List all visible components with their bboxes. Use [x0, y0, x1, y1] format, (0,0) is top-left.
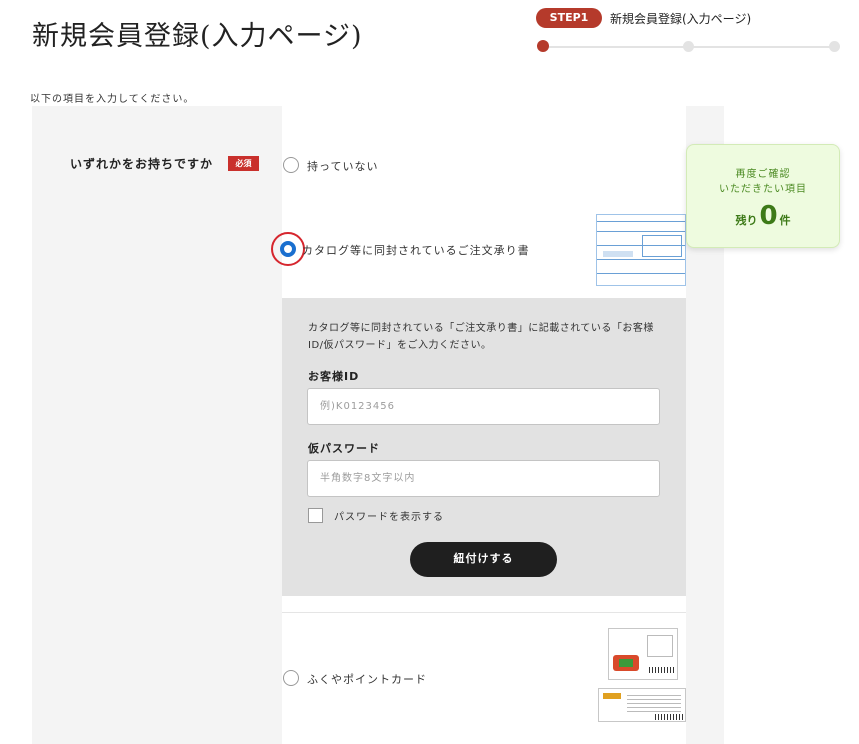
radio-order-slip[interactable] [280, 241, 296, 257]
customer-id-input[interactable] [307, 388, 660, 425]
radio-point-card[interactable] [283, 670, 299, 686]
page-title: 新規会員登録(入力ページ) [32, 21, 363, 52]
option-label-order-slip[interactable]: カタログ等に同封されているご注文承り書 [302, 242, 530, 258]
temp-password-label: 仮パスワード [308, 442, 380, 455]
customer-id-label: お客様ID [308, 370, 360, 383]
question-label: いずれかをお持ちですか [70, 157, 214, 171]
remaining-number: 0 [759, 201, 778, 231]
step-label: 新規会員登録(入力ページ) [610, 12, 752, 26]
step-badge: STEP1 [536, 8, 602, 28]
option-label-point-card[interactable]: ふくやポイントカード [307, 671, 427, 687]
point-card-front-image [608, 628, 678, 680]
progress-dot-step2 [683, 41, 694, 52]
progress-dot-step1 [537, 40, 549, 52]
intro-text: 以下の項目を入力してください。 [30, 94, 195, 105]
remaining-count: 残り0 件 [687, 203, 839, 229]
show-password-checkbox[interactable] [308, 508, 323, 523]
temp-password-input[interactable] [307, 460, 660, 497]
remaining-items-notice: 再度ご確認 いただきたい項目 残り0 件 [686, 144, 840, 248]
point-card-back-image [598, 688, 686, 722]
remaining-prefix: 残り [735, 214, 758, 227]
link-account-button[interactable]: 紐付けする [410, 542, 557, 577]
notice-line-1: 再度ご確認 [735, 169, 791, 180]
progress-dot-step3 [829, 41, 840, 52]
show-password-label[interactable]: パスワードを表示する [334, 508, 444, 523]
notice-line-2: いただきたい項目 [719, 184, 807, 195]
remaining-suffix: 件 [779, 214, 791, 227]
order-slip-description: カタログ等に同封されている「ご注文承り書」に記載されている「お客様ID/仮パスワ… [308, 323, 654, 351]
option-label-no-card[interactable]: 持っていない [307, 158, 378, 174]
option-divider [282, 612, 686, 613]
radio-no-card[interactable] [283, 157, 299, 173]
order-slip-image [596, 214, 686, 286]
required-badge: 必須 [228, 156, 259, 171]
